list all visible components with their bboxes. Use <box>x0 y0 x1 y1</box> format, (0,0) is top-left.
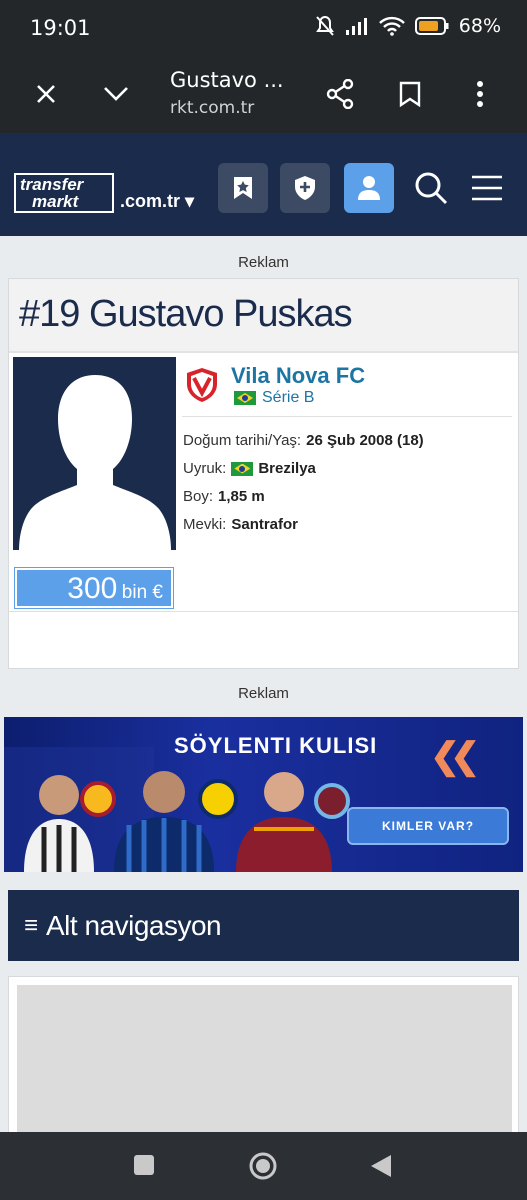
birth-label: Doğum tarihi/Yaş: <box>183 432 302 449</box>
chevron-down-icon <box>104 87 128 101</box>
back-button[interactable] <box>370 1154 392 1183</box>
card-divider <box>9 611 518 612</box>
share-button[interactable] <box>320 74 360 114</box>
more-options-button[interactable] <box>460 74 500 114</box>
square-icon <box>134 1155 154 1175</box>
status-icons: 68% <box>315 15 501 37</box>
club-follow-button[interactable] <box>280 163 330 213</box>
height-value: 1,85 m <box>218 488 265 505</box>
ad-label: Reklam <box>238 685 289 702</box>
menu-button[interactable] <box>462 163 512 213</box>
height-row: Boy: 1,85 m <box>183 488 265 505</box>
brazil-flag-icon <box>231 461 254 476</box>
player-card: #19 Gustavo Puskas 300 bin € Vila Nova F… <box>8 278 519 669</box>
collapse-button[interactable] <box>96 74 136 114</box>
bookmark-star-icon <box>234 177 252 199</box>
share-icon <box>326 79 354 109</box>
banner-title: SÖYLENTI KULISI <box>174 733 378 758</box>
status-time: 19:01 <box>30 16 91 40</box>
banner-cta-button[interactable]: KIMLER VAR? <box>347 807 509 845</box>
home-button[interactable] <box>248 1151 278 1186</box>
circle-icon <box>249 1152 277 1180</box>
battery-icon <box>414 17 449 35</box>
site-header: transfer markt .com.tr ▾ <box>0 133 527 236</box>
club-link[interactable]: Vila Nova FC <box>231 363 365 389</box>
search-icon <box>415 172 448 205</box>
info-divider <box>182 416 512 417</box>
ad-label: Reklam <box>238 254 289 271</box>
shield-plus-icon <box>295 176 315 200</box>
club-logo[interactable] <box>186 367 218 408</box>
position-label: Mevki: <box>183 516 227 533</box>
market-value-number: 300 <box>67 572 118 605</box>
market-value-unit: bin € <box>121 582 163 603</box>
loading-placeholder <box>17 985 512 1145</box>
mute-icon <box>315 15 334 36</box>
silhouette-icon <box>19 375 171 550</box>
domain-selector[interactable]: .com.tr ▾ <box>120 191 194 212</box>
league-link[interactable]: Série B <box>234 389 314 407</box>
watchlist-button[interactable] <box>218 163 268 213</box>
market-value[interactable]: 300 bin € <box>14 567 174 609</box>
signal-icon <box>345 18 367 35</box>
page-title[interactable]: Gustavo ... <box>170 68 284 92</box>
player-title: #19 Gustavo Puskas <box>19 293 353 335</box>
content-card <box>8 976 519 1145</box>
system-navigation-bar <box>0 1132 527 1200</box>
browser-toolbar: Gustavo ... rkt.com.tr <box>0 56 527 133</box>
sub-navigation-toggle[interactable]: ≡ Alt navigasyon <box>8 890 519 961</box>
battery-percent: 68% <box>458 15 501 37</box>
page-url[interactable]: rkt.com.tr <box>170 98 254 118</box>
player-portrait <box>13 357 176 550</box>
site-logo[interactable]: transfer markt <box>14 173 114 213</box>
ad-banner[interactable]: ❮❮ SÖYLENTI KULISI KIMLER VAR? <box>4 717 523 872</box>
birth-row: Doğum tarihi/Yaş: 26 Şub 2008 (18) <box>183 432 424 449</box>
search-button[interactable] <box>406 163 456 213</box>
league-name[interactable]: Série B <box>262 389 314 407</box>
more-vert-icon <box>477 81 483 107</box>
bookmark-button[interactable] <box>390 74 430 114</box>
list-icon: ≡ <box>24 912 39 939</box>
chevrons-icon: ❮❮ <box>430 735 480 776</box>
back-triangle-icon <box>371 1155 391 1177</box>
height-label: Boy: <box>183 488 214 505</box>
club-crest-icon <box>187 368 217 402</box>
brazil-flag-icon <box>234 391 256 405</box>
close-icon <box>37 85 55 103</box>
user-icon <box>358 176 380 200</box>
bookmark-icon <box>399 81 421 107</box>
status-bar: 19:01 68% <box>0 0 527 56</box>
player-header: #19 Gustavo Puskas <box>9 279 518 353</box>
position-row: Mevki: Santrafor <box>183 516 298 533</box>
close-tab-button[interactable] <box>26 74 66 114</box>
recents-button[interactable] <box>133 1154 155 1181</box>
nationality-row: Uyruk: Brezilya <box>183 460 316 477</box>
hamburger-icon <box>472 175 502 201</box>
wifi-icon <box>378 16 405 36</box>
sub-navigation-label: Alt navigasyon <box>46 910 222 941</box>
nationality-label: Uyruk: <box>183 460 227 477</box>
account-button[interactable] <box>344 163 394 213</box>
position-value: Santrafor <box>231 516 299 533</box>
birth-value[interactable]: 26 Şub 2008 (18) <box>306 432 424 449</box>
nationality-value[interactable]: Brezilya <box>258 460 316 477</box>
